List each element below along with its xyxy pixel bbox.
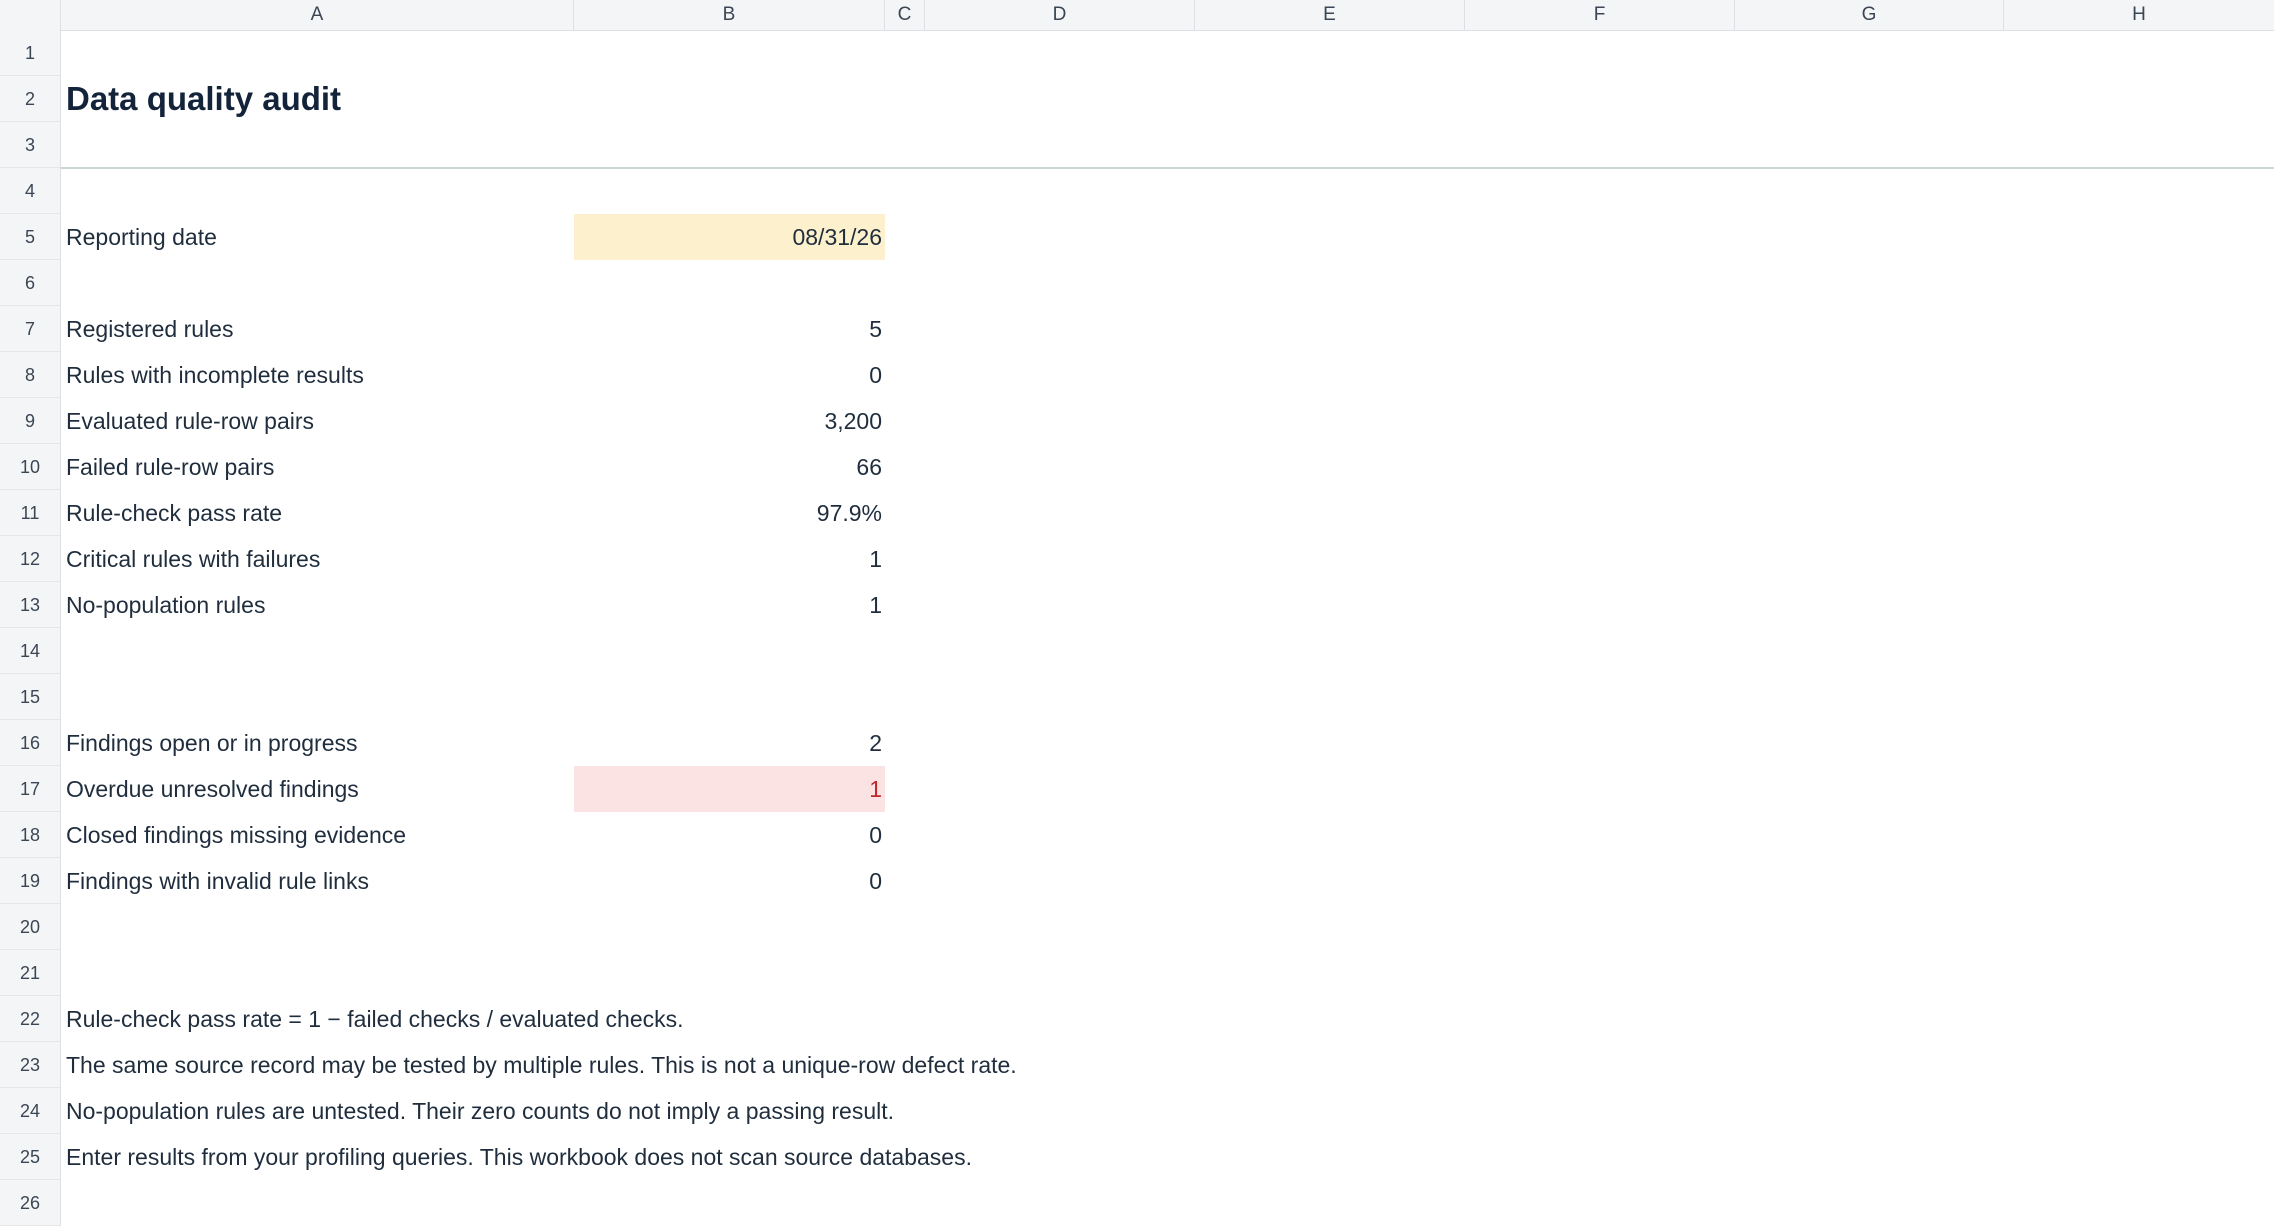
reporting-date-input[interactable]: 08/31/26 — [574, 214, 885, 260]
column-header-bar: A B C D E F G H — [0, 0, 2274, 31]
note-text[interactable]: Rule-check pass rate = 1 − failed checks… — [63, 996, 687, 1042]
row-header[interactable]: 22 — [0, 996, 60, 1042]
finding-metric-label[interactable]: Overdue unresolved findings — [63, 766, 362, 812]
rule-metric-label[interactable]: Rule-check pass rate — [63, 490, 285, 536]
rule-metric-label[interactable]: Registered rules — [63, 306, 236, 352]
column-header-e[interactable]: E — [1195, 0, 1465, 30]
finding-metric-value[interactable]: 0 — [574, 858, 885, 904]
rule-metric-label[interactable]: Critical rules with failures — [63, 536, 323, 582]
row-header[interactable]: 19 — [0, 858, 60, 904]
row-header[interactable]: 3 — [0, 122, 60, 168]
finding-metric-label[interactable]: Closed findings missing evidence — [63, 812, 409, 858]
row-header[interactable]: 1 — [0, 30, 60, 76]
row-header[interactable]: 2 — [0, 76, 60, 122]
row-header[interactable]: 16 — [0, 720, 60, 766]
rule-metric-value[interactable]: 0 — [574, 352, 885, 398]
title-divider — [61, 167, 2274, 169]
row-header[interactable]: 5 — [0, 214, 60, 260]
row-header[interactable]: 9 — [0, 398, 60, 444]
row-header[interactable]: 13 — [0, 582, 60, 628]
row-header[interactable]: 12 — [0, 536, 60, 582]
column-header-d[interactable]: D — [925, 0, 1195, 30]
note-text[interactable]: The same source record may be tested by … — [63, 1042, 1020, 1088]
rule-metric-label[interactable]: Failed rule-row pairs — [63, 444, 277, 490]
row-header-bar: 1 2 3 4 5 6 7 8 9 10 11 12 13 14 15 16 1… — [0, 30, 61, 1226]
row-header[interactable]: 18 — [0, 812, 60, 858]
rule-metric-value[interactable]: 97.9% — [574, 490, 885, 536]
overdue-findings-value[interactable]: 1 — [574, 766, 885, 812]
row-header[interactable]: 6 — [0, 260, 60, 306]
rule-metric-label[interactable]: No-population rules — [63, 582, 268, 628]
row-header[interactable]: 23 — [0, 1042, 60, 1088]
rule-metric-value[interactable]: 66 — [574, 444, 885, 490]
rule-metric-value[interactable]: 1 — [574, 582, 885, 628]
finding-metric-value[interactable]: 0 — [574, 812, 885, 858]
finding-metric-value[interactable]: 2 — [574, 720, 885, 766]
cell-grid: Data quality audit Reporting date 08/31/… — [61, 30, 2274, 1226]
note-text[interactable]: No-population rules are untested. Their … — [63, 1088, 897, 1134]
column-header-a[interactable]: A — [61, 0, 574, 30]
row-header[interactable]: 10 — [0, 444, 60, 490]
row-header[interactable]: 11 — [0, 490, 60, 536]
select-all-corner[interactable] — [0, 0, 61, 30]
rule-metric-value[interactable]: 1 — [574, 536, 885, 582]
rule-metric-label[interactable]: Evaluated rule-row pairs — [63, 398, 317, 444]
column-header-f[interactable]: F — [1465, 0, 1735, 30]
sheet-title[interactable]: Data quality audit — [63, 76, 344, 122]
row-header[interactable]: 21 — [0, 950, 60, 996]
finding-metric-label[interactable]: Findings open or in progress — [63, 720, 361, 766]
note-text[interactable]: Enter results from your profiling querie… — [63, 1134, 975, 1180]
column-header-g[interactable]: G — [1735, 0, 2004, 30]
row-header[interactable]: 24 — [0, 1088, 60, 1134]
row-header[interactable]: 20 — [0, 904, 60, 950]
finding-metric-label[interactable]: Findings with invalid rule links — [63, 858, 372, 904]
row-header[interactable]: 26 — [0, 1180, 60, 1226]
reporting-date-label[interactable]: Reporting date — [63, 214, 220, 260]
row-header[interactable]: 25 — [0, 1134, 60, 1180]
row-header[interactable]: 7 — [0, 306, 60, 352]
row-header[interactable]: 14 — [0, 628, 60, 674]
row-header[interactable]: 17 — [0, 766, 60, 812]
rule-metric-value[interactable]: 3,200 — [574, 398, 885, 444]
column-header-h[interactable]: H — [2004, 0, 2274, 30]
row-header[interactable]: 15 — [0, 674, 60, 720]
column-header-b[interactable]: B — [574, 0, 885, 30]
column-header-c[interactable]: C — [885, 0, 925, 30]
row-header[interactable]: 8 — [0, 352, 60, 398]
row-header[interactable]: 4 — [0, 168, 60, 214]
rule-metric-label[interactable]: Rules with incomplete results — [63, 352, 367, 398]
spreadsheet: A B C D E F G H 1 2 3 4 5 6 7 8 9 10 11 … — [0, 0, 2274, 1226]
rule-metric-value[interactable]: 5 — [574, 306, 885, 352]
